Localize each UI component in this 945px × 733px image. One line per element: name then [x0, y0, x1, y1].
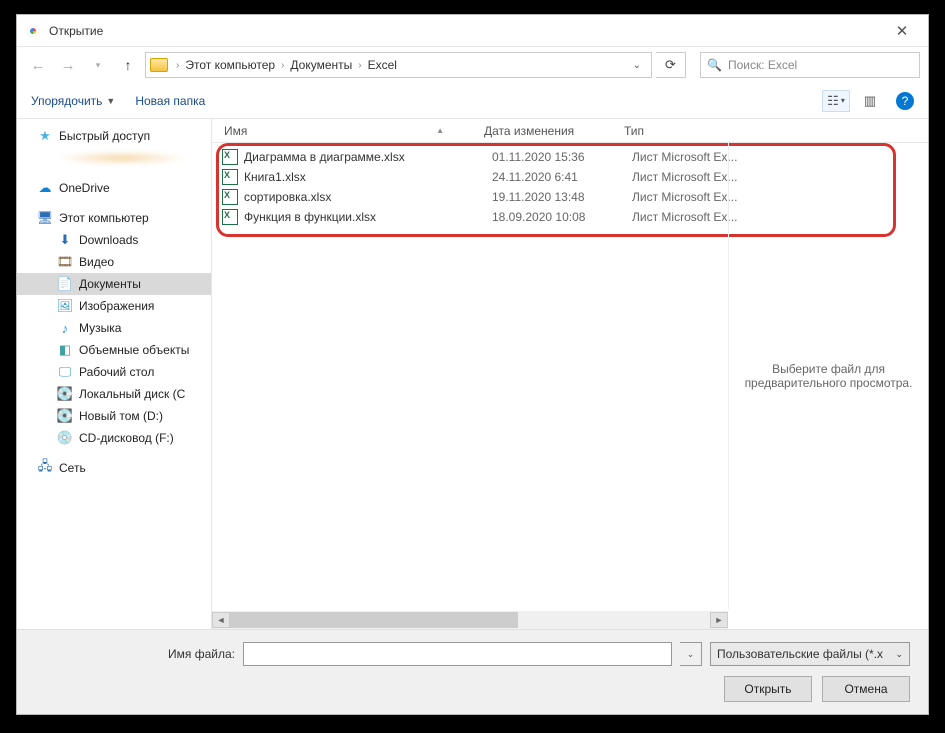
column-name[interactable]: Имя▲ — [224, 124, 484, 138]
desktop-icon: 🖵 — [57, 364, 73, 380]
main-pane: Имя▲ Дата изменения Тип Диаграмма в диаг… — [212, 119, 928, 629]
sidebar: ★Быстрый доступ ☁OneDrive 🖥Этот компьюте… — [17, 119, 212, 629]
sidebar-item-3dobjects[interactable]: ◧Объемные объекты — [17, 339, 211, 361]
window-title: Открытие — [49, 24, 103, 38]
horizontal-scrollbar[interactable]: ◄ ► — [212, 611, 728, 629]
sidebar-item-network[interactable]: 🖧Сеть — [17, 457, 211, 479]
scroll-right-button[interactable]: ► — [710, 612, 728, 628]
search-placeholder: Поиск: Excel — [728, 58, 797, 72]
filename-label: Имя файла: — [35, 647, 235, 661]
filename-dropdown[interactable]: ⌄ — [680, 642, 702, 666]
pc-icon: 🖥 — [37, 210, 53, 226]
scroll-thumb[interactable] — [230, 612, 518, 628]
view-controls: ☷▾ ▥ ? — [822, 90, 914, 112]
toolbar: Упорядочить ▼ Новая папка ☷▾ ▥ ? — [17, 83, 928, 119]
recent-dropdown[interactable]: ▾ — [85, 52, 111, 78]
disk-icon: 💽 — [57, 408, 73, 424]
disk-icon: 💽 — [57, 386, 73, 402]
columns-header: Имя▲ Дата изменения Тип — [212, 119, 928, 143]
breadcrumb-item[interactable]: Этот компьютер — [185, 58, 275, 72]
up-button[interactable]: ↑ — [115, 52, 141, 78]
sidebar-item-blurred[interactable] — [17, 147, 211, 169]
close-button[interactable]: ✕ — [884, 15, 920, 46]
new-folder-button[interactable]: Новая папка — [135, 94, 205, 108]
excel-icon — [222, 169, 238, 185]
sidebar-item-music[interactable]: ♪Музыка — [17, 317, 211, 339]
excel-icon — [222, 209, 238, 225]
star-icon: ★ — [37, 128, 53, 144]
view-details-button[interactable]: ☷▾ — [822, 90, 850, 112]
scroll-left-button[interactable]: ◄ — [212, 612, 230, 628]
titlebar: Открытие ✕ — [17, 15, 928, 47]
cd-icon: 💿 — [57, 430, 73, 446]
column-date[interactable]: Дата изменения — [484, 124, 624, 138]
sort-asc-icon: ▲ — [436, 126, 444, 135]
sidebar-item-downloads[interactable]: ⬇Downloads — [17, 229, 211, 251]
refresh-button[interactable]: ⟳ — [656, 52, 686, 78]
sidebar-item-cddrive[interactable]: 💿CD-дисковод (F:) — [17, 427, 211, 449]
documents-icon: 📄 — [57, 276, 73, 292]
breadcrumb[interactable]: › Этот компьютер › Документы › Excel ⌄ — [145, 52, 652, 78]
chevron-right-icon[interactable]: › — [352, 60, 367, 71]
organize-button[interactable]: Упорядочить ▼ — [31, 94, 115, 108]
pictures-icon: 🖼 — [57, 298, 73, 314]
sidebar-item-documents[interactable]: 📄Документы — [17, 273, 211, 295]
objects3d-icon: ◧ — [57, 342, 73, 358]
nav-row: ← → ▾ ↑ › Этот компьютер › Документы › E… — [17, 47, 928, 83]
chevron-right-icon[interactable]: › — [170, 60, 185, 71]
forward-button[interactable]: → — [55, 52, 81, 78]
filename-input[interactable] — [243, 642, 672, 666]
sidebar-item-quickaccess[interactable]: ★Быстрый доступ — [17, 125, 211, 147]
sidebar-item-newvolume[interactable]: 💽Новый том (D:) — [17, 405, 211, 427]
back-button[interactable]: ← — [25, 52, 51, 78]
search-input[interactable]: 🔍 Поиск: Excel — [700, 52, 920, 78]
dialog-body: ★Быстрый доступ ☁OneDrive 🖥Этот компьюте… — [17, 119, 928, 629]
chrome-icon — [25, 23, 41, 39]
preview-pane-button[interactable]: ▥ — [856, 90, 884, 112]
breadcrumb-item[interactable]: Excel — [368, 58, 397, 72]
filetype-dropdown[interactable]: Пользовательские файлы (*.x ⌄ — [710, 642, 910, 666]
excel-icon — [222, 149, 238, 165]
help-button[interactable]: ? — [896, 92, 914, 110]
column-type[interactable]: Тип — [624, 124, 754, 138]
file-open-dialog: Открытие ✕ ← → ▾ ↑ › Этот компьютер › До… — [16, 14, 929, 715]
sidebar-item-desktop[interactable]: 🖵Рабочий стол — [17, 361, 211, 383]
chevron-right-icon[interactable]: › — [275, 60, 290, 71]
scroll-track[interactable] — [230, 612, 710, 628]
preview-pane: Выберите файл для предварительного просм… — [728, 143, 928, 609]
dialog-footer: Имя файла: ⌄ Пользовательские файлы (*.x… — [17, 629, 928, 714]
chevron-down-icon[interactable]: ⌄ — [627, 60, 647, 71]
network-icon: 🖧 — [37, 460, 53, 476]
downloads-icon: ⬇ — [57, 232, 73, 248]
breadcrumb-item[interactable]: Документы — [290, 58, 352, 72]
video-icon: 🎞 — [57, 254, 73, 270]
excel-icon — [222, 189, 238, 205]
onedrive-icon: ☁ — [37, 180, 53, 196]
search-icon: 🔍 — [707, 58, 722, 72]
sidebar-item-onedrive[interactable]: ☁OneDrive — [17, 177, 211, 199]
open-button[interactable]: Открыть — [724, 676, 812, 702]
cancel-button[interactable]: Отмена — [822, 676, 910, 702]
folder-icon — [150, 58, 168, 72]
sidebar-item-pictures[interactable]: 🖼Изображения — [17, 295, 211, 317]
sidebar-item-thispc[interactable]: 🖥Этот компьютер — [17, 207, 211, 229]
chevron-down-icon: ▼ — [106, 96, 115, 106]
sidebar-item-localdisk[interactable]: 💽Локальный диск (C — [17, 383, 211, 405]
chevron-down-icon: ⌄ — [895, 649, 903, 660]
music-icon: ♪ — [57, 320, 73, 336]
sidebar-item-video[interactable]: 🎞Видео — [17, 251, 211, 273]
